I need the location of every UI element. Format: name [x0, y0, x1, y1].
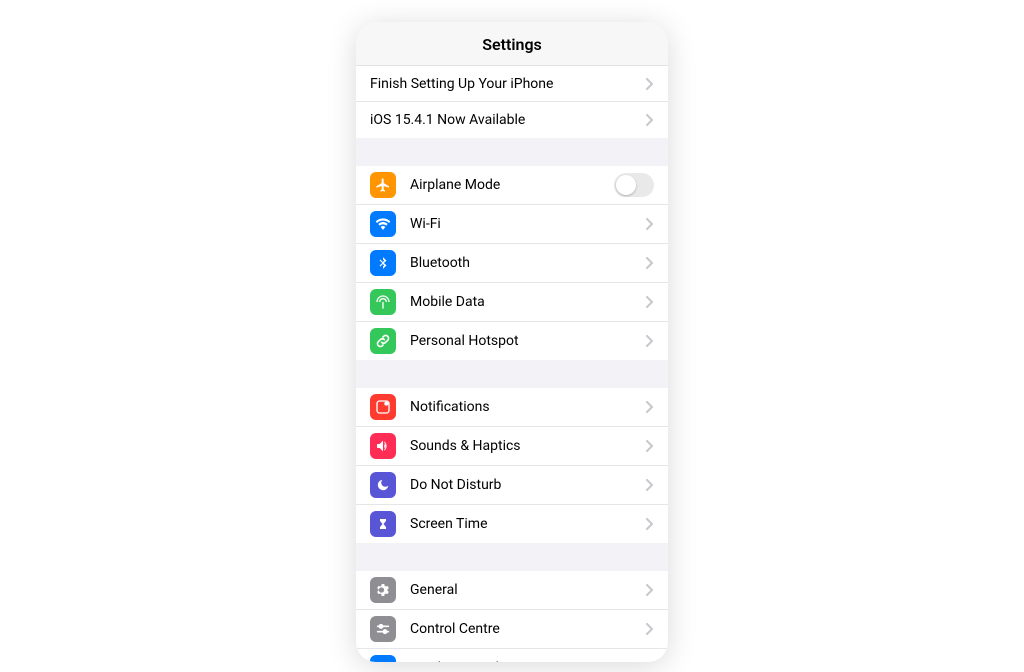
hourglass-icon: [370, 511, 396, 537]
row-label: Personal Hotspot: [410, 333, 638, 349]
settings-phone-frame: Settings Finish Setting Up Your iPhone i…: [356, 22, 668, 662]
chevron-right-icon: [646, 401, 654, 413]
sounds-row[interactable]: Sounds & Haptics: [356, 427, 668, 466]
chevron-right-icon: [646, 335, 654, 347]
notices-section: Finish Setting Up Your iPhone iOS 15.4.1…: [356, 66, 668, 138]
notice-label: Finish Setting Up Your iPhone: [370, 76, 638, 92]
control-centre-row[interactable]: Control Centre: [356, 610, 668, 649]
chevron-right-icon: [646, 479, 654, 491]
row-label: Bluetooth: [410, 255, 638, 271]
row-label: Display & Brightness: [410, 660, 638, 662]
dnd-row[interactable]: Do Not Disturb: [356, 466, 668, 505]
chevron-right-icon: [646, 584, 654, 596]
row-label: Airplane Mode: [410, 177, 614, 193]
bluetooth-icon: [370, 250, 396, 276]
display-brightness-row[interactable]: AA Display & Brightness: [356, 649, 668, 662]
settings-scroll[interactable]: Finish Setting Up Your iPhone iOS 15.4.1…: [356, 66, 668, 662]
row-label: Screen Time: [410, 516, 638, 532]
link-icon: [370, 328, 396, 354]
notifications-icon: [370, 394, 396, 420]
mobile-data-row[interactable]: Mobile Data: [356, 283, 668, 322]
moon-icon: [370, 472, 396, 498]
row-label: Do Not Disturb: [410, 477, 638, 493]
row-label: Wi-Fi: [410, 216, 638, 232]
chevron-right-icon: [646, 623, 654, 635]
sliders-icon: [370, 616, 396, 642]
bluetooth-row[interactable]: Bluetooth: [356, 244, 668, 283]
row-label: Notifications: [410, 399, 638, 415]
wifi-icon: [370, 211, 396, 237]
chevron-right-icon: [646, 257, 654, 269]
chevron-right-icon: [646, 218, 654, 230]
gear-icon: [370, 577, 396, 603]
notice-ios-update[interactable]: iOS 15.4.1 Now Available: [356, 102, 668, 138]
speaker-icon: [370, 433, 396, 459]
section-gap: [356, 360, 668, 388]
row-label: Control Centre: [410, 621, 638, 637]
attention-section: Notifications Sounds & Haptics Do Not Di…: [356, 388, 668, 543]
page-title: Settings: [356, 22, 668, 66]
row-label: Mobile Data: [410, 294, 638, 310]
row-label: Sounds & Haptics: [410, 438, 638, 454]
airplane-icon: [370, 172, 396, 198]
chevron-right-icon: [646, 518, 654, 530]
chevron-right-icon: [646, 296, 654, 308]
airplane-mode-row[interactable]: Airplane Mode: [356, 166, 668, 205]
notice-finish-setup[interactable]: Finish Setting Up Your iPhone: [356, 66, 668, 102]
chevron-right-icon: [646, 440, 654, 452]
personal-hotspot-row[interactable]: Personal Hotspot: [356, 322, 668, 360]
chevron-right-icon: [646, 78, 654, 90]
row-label: General: [410, 582, 638, 598]
antenna-icon: [370, 289, 396, 315]
general-row[interactable]: General: [356, 571, 668, 610]
notifications-row[interactable]: Notifications: [356, 388, 668, 427]
section-gap: [356, 543, 668, 571]
text-size-icon: AA: [370, 655, 396, 662]
screentime-row[interactable]: Screen Time: [356, 505, 668, 543]
notice-label: iOS 15.4.1 Now Available: [370, 112, 638, 128]
section-gap: [356, 138, 668, 166]
chevron-right-icon: [646, 114, 654, 126]
system-section: General Control Centre AA Display & Brig…: [356, 571, 668, 662]
connectivity-section: Airplane Mode Wi-Fi Bluetooth: [356, 166, 668, 360]
wifi-row[interactable]: Wi-Fi: [356, 205, 668, 244]
airplane-toggle[interactable]: [614, 173, 654, 197]
